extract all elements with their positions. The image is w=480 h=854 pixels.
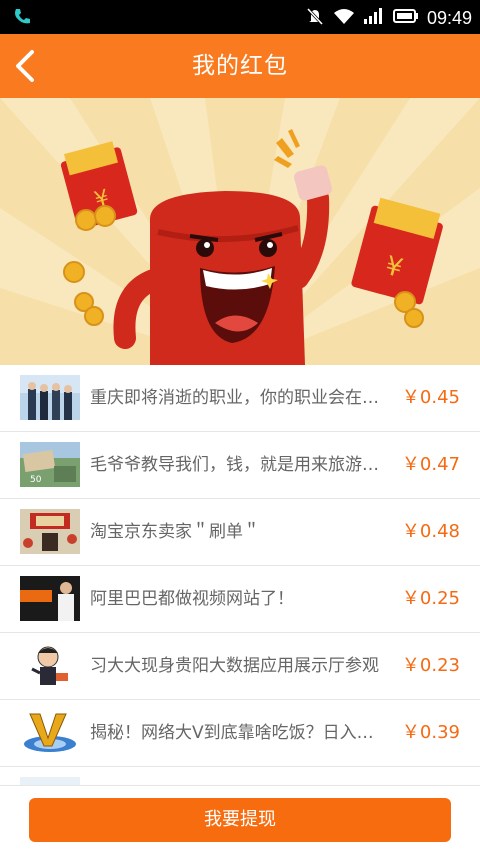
item-amount: ￥0.39 xyxy=(401,722,460,743)
item-amount: ￥0.45 xyxy=(401,387,460,408)
article-thumbnail xyxy=(20,777,80,785)
status-bar: 09:49 xyxy=(0,0,480,34)
signal-icon xyxy=(363,7,385,29)
article-thumbnail xyxy=(20,576,80,621)
item-title: 阿里巴巴都做视频网站了！ xyxy=(90,589,294,609)
article-thumbnail xyxy=(20,710,80,755)
list-item[interactable] xyxy=(0,767,480,785)
item-title: 淘宝京东卖家＂刷单＂ xyxy=(90,522,260,542)
page-title: 我的红包 xyxy=(192,53,288,79)
item-title: 习大大现身贵阳大数据应用展示厅参观 xyxy=(90,656,379,676)
list-item[interactable]: 揭秘！网络大V到底靠啥吃饭？日入多少？ ￥0.39 xyxy=(0,700,480,767)
item-amount: ￥0.47 xyxy=(401,454,460,475)
article-thumbnail xyxy=(20,509,80,554)
list-item[interactable]: 50 毛爷爷教导我们，钱，就是用来旅游的！ ￥0.47 xyxy=(0,432,480,499)
wifi-icon xyxy=(333,7,355,29)
item-title: 重庆即将消逝的职业，你的职业会在其中吗？ xyxy=(90,388,390,408)
list-item[interactable]: 习大大现身贵阳大数据应用展示厅参观 ￥0.23 xyxy=(0,633,480,700)
list-item[interactable]: 淘宝京东卖家＂刷单＂ ￥0.48 xyxy=(0,499,480,566)
item-amount: ￥0.23 xyxy=(401,655,460,676)
phone-icon xyxy=(12,7,32,31)
red-packet-list: 重庆即将消逝的职业，你的职业会在其中吗？ ￥0.45 50 毛爷爷教导我们，钱，… xyxy=(0,365,480,785)
title-bar: 我的红包 xyxy=(0,34,480,98)
bottom-bar: 我要提现 xyxy=(0,785,480,854)
withdraw-button[interactable]: 我要提现 xyxy=(29,798,451,842)
clock: 09:49 xyxy=(426,7,472,28)
item-amount: ￥0.25 xyxy=(401,588,460,609)
banner-illustration: ¥ ¥ xyxy=(0,98,480,365)
list-item[interactable]: 重庆即将消逝的职业，你的职业会在其中吗？ ￥0.45 xyxy=(0,365,480,432)
mute-icon xyxy=(305,6,325,30)
svg-text:50: 50 xyxy=(30,475,42,485)
item-amount: ￥0.48 xyxy=(401,521,460,542)
battery-icon xyxy=(392,8,419,28)
list-item[interactable]: 阿里巴巴都做视频网站了！ ￥0.25 xyxy=(0,566,480,633)
item-title: 揭秘！网络大V到底靠啥吃饭？日入多少？ xyxy=(90,723,390,743)
item-title: 毛爷爷教导我们，钱，就是用来旅游的！ xyxy=(90,455,390,475)
article-thumbnail xyxy=(20,375,80,420)
article-thumbnail: 50 xyxy=(20,442,80,487)
article-thumbnail xyxy=(20,643,80,688)
